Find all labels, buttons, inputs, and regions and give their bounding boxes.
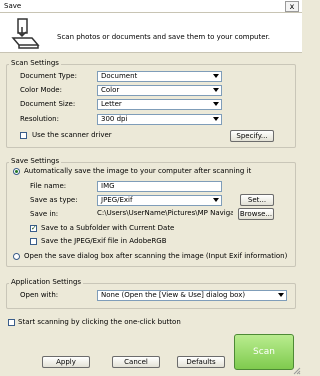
open-dialog-radio[interactable] xyxy=(13,253,20,260)
window-title: Save xyxy=(4,2,22,10)
chevron-down-icon xyxy=(213,74,219,78)
save-adobergb-checkbox[interactable] xyxy=(30,238,37,245)
chevron-down-icon xyxy=(213,117,219,121)
one-click-checkbox[interactable] xyxy=(8,319,15,326)
title-bar: Save x xyxy=(0,0,302,13)
defaults-button[interactable]: Defaults xyxy=(177,356,225,368)
document-size-label: Document Size: xyxy=(20,100,76,108)
one-click-label[interactable]: Start scanning by clicking the one-click… xyxy=(18,318,181,326)
scan-button[interactable]: Scan xyxy=(234,334,294,370)
color-mode-select[interactable]: Color xyxy=(97,85,222,96)
resolution-label: Resolution: xyxy=(20,115,59,123)
save-in-label: Save in: xyxy=(30,210,59,218)
file-name-input[interactable]: IMG xyxy=(97,181,222,192)
application-settings-label: Application Settings xyxy=(9,278,84,286)
header-description: Scan photos or documents and save them t… xyxy=(57,33,270,41)
auto-save-label[interactable]: Automatically save the image to your com… xyxy=(24,167,251,175)
save-as-type-value: JPEG/Exif xyxy=(101,196,133,204)
save-adobergb-label[interactable]: Save the JPEG/Exif file in AdobeRGB xyxy=(41,237,167,245)
close-icon: x xyxy=(289,2,295,11)
open-with-value: None (Open the [View & Use] dialog box) xyxy=(101,291,246,299)
scan-settings-label: Scan Settings xyxy=(9,59,61,67)
close-button[interactable]: x xyxy=(285,1,299,12)
dialog-header: Scan photos or documents and save them t… xyxy=(0,13,302,53)
document-type-value: Document xyxy=(101,72,138,80)
color-mode-value: Color xyxy=(101,86,120,94)
set-button[interactable]: Set... xyxy=(240,194,274,206)
open-with-select[interactable]: None (Open the [View & Use] dialog box) xyxy=(97,290,287,301)
browse-button[interactable]: Browse... xyxy=(238,208,274,220)
document-type-select[interactable]: Document xyxy=(97,71,222,82)
chevron-down-icon xyxy=(278,293,284,297)
resolution-value: 300 dpi xyxy=(101,115,128,123)
save-in-path: C:\Users\UserName\Pictures\MP Navigatc xyxy=(97,209,233,217)
specify-button[interactable]: Specify... xyxy=(230,130,274,142)
save-as-type-label: Save as type: xyxy=(30,196,78,204)
apply-button[interactable]: Apply xyxy=(42,356,90,368)
cancel-button[interactable]: Cancel xyxy=(112,356,160,368)
open-with-label: Open with: xyxy=(20,291,59,299)
chevron-down-icon xyxy=(213,88,219,92)
resize-grip-icon[interactable] xyxy=(293,367,301,375)
file-name-value: IMG xyxy=(101,182,115,190)
chevron-down-icon xyxy=(213,102,219,106)
save-subfolder-label[interactable]: Save to a Subfolder with Current Date xyxy=(41,224,174,232)
resolution-select[interactable]: 300 dpi xyxy=(97,114,222,125)
file-name-label: File name: xyxy=(30,182,67,190)
save-subfolder-checkbox[interactable] xyxy=(30,224,37,232)
use-scanner-driver-label[interactable]: Use the scanner driver xyxy=(32,131,112,139)
document-size-value: Letter xyxy=(101,100,122,108)
auto-save-radio[interactable] xyxy=(13,168,20,175)
document-type-label: Document Type: xyxy=(20,72,77,80)
chevron-down-icon xyxy=(213,198,219,202)
use-scanner-driver-checkbox[interactable] xyxy=(20,132,27,139)
scan-to-folder-icon xyxy=(11,18,40,49)
save-as-type-select[interactable]: JPEG/Exif xyxy=(97,195,222,206)
document-size-select[interactable]: Letter xyxy=(97,99,222,110)
color-mode-label: Color Mode: xyxy=(20,86,62,94)
open-dialog-label[interactable]: Open the save dialog box after scanning … xyxy=(24,252,287,260)
save-settings-label: Save Settings xyxy=(9,157,62,165)
